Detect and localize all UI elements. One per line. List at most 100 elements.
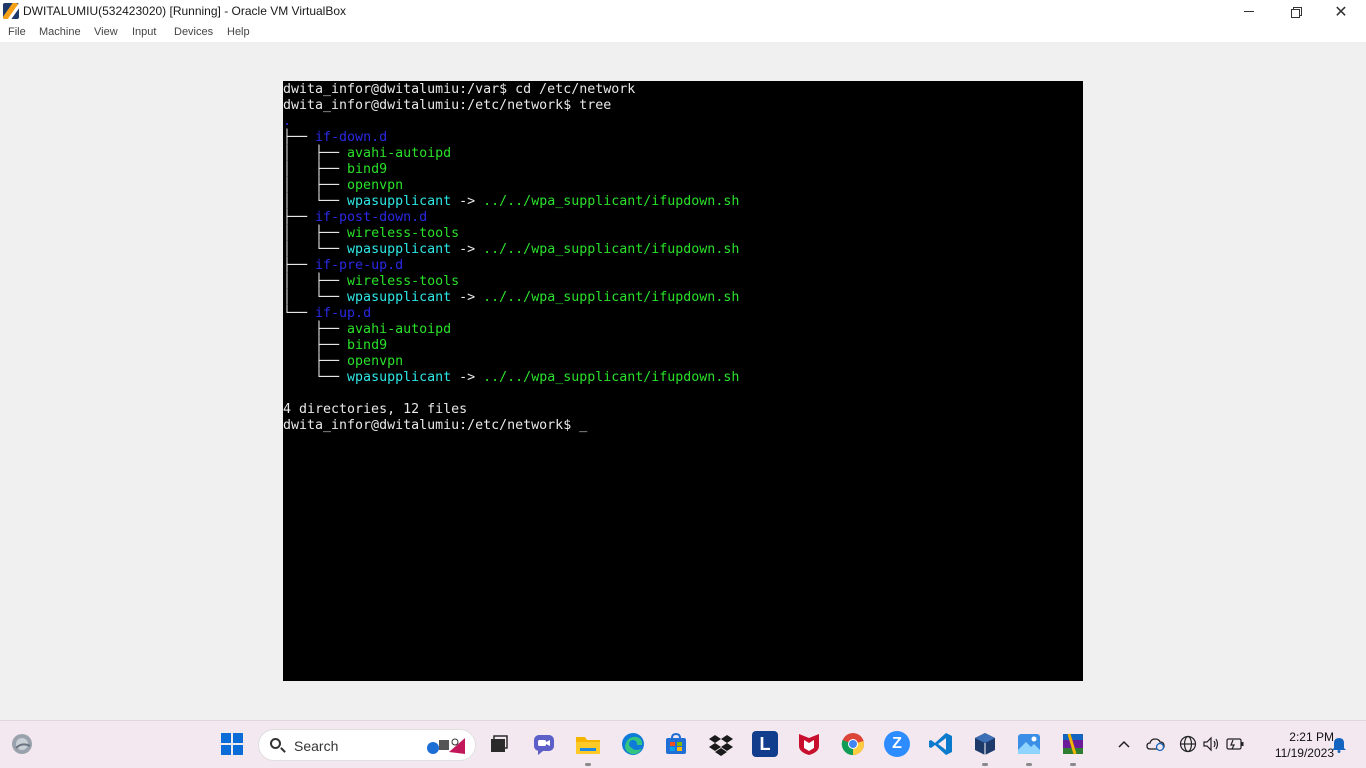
terminal-text: │ ├──: [283, 146, 348, 161]
terminal-line: │ └── wpasupplicant -> ../../wpa_supplic…: [283, 242, 739, 258]
terminal-text: if-pre-up.d: [315, 258, 404, 273]
virtualbox-active-indicator: [982, 763, 988, 766]
terminal-line: 4 directories, 12 files: [283, 402, 739, 418]
terminal-line: │ └── wpasupplicant -> ../../wpa_supplic…: [283, 290, 739, 306]
chrome-icon[interactable]: [840, 731, 866, 757]
vscode-icon[interactable]: [928, 731, 954, 757]
winrar-icon[interactable]: [1060, 731, 1086, 757]
menu-machine[interactable]: Machine: [39, 26, 81, 38]
battery-icon[interactable]: [1222, 731, 1248, 757]
zoom-letter: Z: [892, 735, 902, 752]
photos-active-indicator: [1026, 763, 1032, 766]
terminal-line: ├── if-post-down.d: [283, 210, 739, 226]
task-view-icon[interactable]: [486, 731, 512, 757]
virtualbox-icon[interactable]: [972, 731, 998, 757]
terminal-text: ->: [451, 194, 484, 209]
photos-icon[interactable]: [1016, 731, 1042, 757]
terminal-line: │ └── wpasupplicant -> ../../wpa_supplic…: [283, 194, 739, 210]
chat-icon[interactable]: [531, 731, 557, 757]
terminal-text: │ └──: [283, 290, 348, 305]
terminal-text: if-post-down.d: [315, 210, 428, 225]
menu-bar: File Machine View Input Devices Help: [0, 23, 1366, 42]
store-icon[interactable]: [663, 731, 689, 757]
clock-time: 2:21 PM: [1289, 730, 1334, 744]
virtualbox-app-icon: [3, 3, 19, 19]
terminal-text: if-down.d: [315, 130, 388, 145]
terminal-text: ->: [451, 290, 484, 305]
window-titlebar[interactable]: DWITALUMIU(532423020) [Running] - Oracle…: [0, 0, 1366, 23]
terminal-line: │ ├── wireless-tools: [283, 226, 739, 242]
terminal-line: ├── if-pre-up.d: [283, 258, 739, 274]
terminal-text: ../../wpa_supplicant/ifupdown.sh: [483, 370, 740, 385]
terminal-text: if-up.d: [315, 306, 372, 321]
mcafee-icon[interactable]: [796, 731, 822, 757]
terminal-line: │ ├── avahi-autoipd: [283, 146, 739, 162]
speaker-icon[interactable]: [1198, 731, 1224, 757]
edge-icon[interactable]: [620, 731, 646, 757]
search-label: Search: [294, 738, 339, 754]
terminal-text: avahi-autoipd: [347, 146, 452, 161]
terminal-line: └── if-up.d: [283, 306, 739, 322]
terminal-text: └──: [283, 306, 316, 321]
terminal-text: ├──: [283, 322, 348, 337]
clock[interactable]: 2:21 PM 11/19/2023: [1254, 729, 1334, 761]
window-title: DWITALUMIU(532423020) [Running] - Oracle…: [23, 4, 347, 18]
zoom-icon[interactable]: Z: [884, 731, 910, 757]
clock-date: 11/19/2023: [1274, 746, 1334, 760]
terminal-text: wpasupplicant: [347, 290, 452, 305]
menu-input[interactable]: Input: [132, 26, 156, 38]
menu-help[interactable]: Help: [227, 26, 250, 38]
terminal-line: ├── bind9: [283, 338, 739, 354]
menu-devices[interactable]: Devices: [174, 26, 213, 38]
dropbox-icon[interactable]: [708, 731, 734, 757]
terminal-output: dwita_infor@dwitalumiu:/var$ cd /etc/net…: [283, 82, 739, 434]
onedrive-icon[interactable]: [1143, 731, 1169, 757]
terminal-line: │ ├── openvpn: [283, 178, 739, 194]
terminal-line: ├── if-down.d: [283, 130, 739, 146]
restore-button[interactable]: [1272, 0, 1318, 23]
terminal-line: ├── avahi-autoipd: [283, 322, 739, 338]
l-app-letter: L: [759, 733, 771, 754]
terminal-text: bind9: [347, 162, 388, 177]
weather-icon[interactable]: [9, 731, 35, 757]
terminal-text: ├──: [283, 354, 348, 369]
terminal-line: └── wpasupplicant -> ../../wpa_supplican…: [283, 370, 739, 386]
terminal-text: wpasupplicant: [347, 242, 452, 257]
terminal-text: openvpn: [347, 354, 404, 369]
terminal-text: ├──: [283, 130, 316, 145]
terminal-text: ../../wpa_supplicant/ifupdown.sh: [483, 242, 740, 257]
menu-view[interactable]: View: [94, 26, 118, 38]
terminal-text: ->: [451, 242, 484, 257]
taskbar-search[interactable]: Search: [258, 729, 476, 761]
terminal-text: avahi-autoipd: [347, 322, 452, 337]
terminal-line: dwita_infor@dwitalumiu:/etc/network$ tre…: [283, 98, 739, 114]
start-icon[interactable]: [219, 731, 245, 757]
taskbar: Search L Z 2:21 PM 11/19/2023: [0, 720, 1366, 768]
terminal-text: wpasupplicant: [347, 194, 452, 209]
terminal-line: │ ├── wireless-tools: [283, 274, 739, 290]
search-icon: [270, 738, 281, 749]
bell-icon[interactable]: [1326, 731, 1352, 757]
terminal-text: └──: [283, 370, 348, 385]
terminal-text: 4 directories, 12 files: [283, 402, 468, 417]
terminal-text: .: [283, 114, 292, 129]
terminal-text: bind9: [347, 338, 388, 353]
explorer-active-indicator: [585, 763, 591, 766]
vm-screen[interactable]: dwita_infor@dwitalumiu:/var$ cd /etc/net…: [283, 81, 1083, 681]
terminal-text: │ └──: [283, 242, 348, 257]
menu-file[interactable]: File: [8, 26, 26, 38]
terminal-text: dwita_infor@dwitalumiu:/etc/network$ tre…: [283, 98, 612, 113]
file-explorer-icon[interactable]: [575, 731, 601, 757]
terminal-text: wpasupplicant: [347, 370, 452, 385]
chevron-up-icon[interactable]: [1111, 731, 1137, 757]
terminal-text: openvpn: [347, 178, 404, 193]
close-button[interactable]: ✕: [1318, 0, 1364, 23]
terminal-text: │ ├──: [283, 178, 348, 193]
l-app-icon[interactable]: L: [752, 731, 778, 757]
terminal-text: dwita_infor@dwitalumiu:/etc/network$: [283, 418, 580, 433]
minimize-button[interactable]: [1226, 0, 1272, 23]
terminal-text: ├──: [283, 338, 348, 353]
terminal-line: ├── openvpn: [283, 354, 739, 370]
terminal-text: ../../wpa_supplicant/ifupdown.sh: [483, 290, 740, 305]
